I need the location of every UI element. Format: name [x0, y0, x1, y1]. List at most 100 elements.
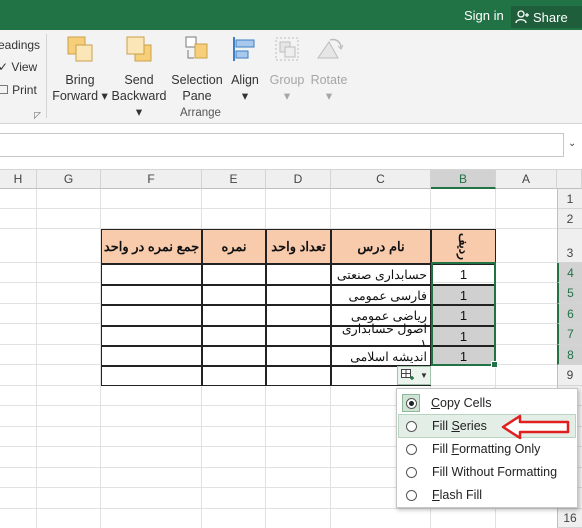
menu-item-copy-cells[interactable]: Copy Cells	[399, 392, 575, 414]
cell-e7[interactable]	[202, 326, 266, 346]
cell-b6[interactable]: 1	[431, 305, 496, 326]
cell-b8[interactable]: 1	[431, 346, 496, 366]
cell-e4[interactable]	[202, 264, 266, 285]
rotate-button[interactable]: Rotate ▾	[308, 34, 350, 104]
rotate-label: Rotate	[310, 73, 348, 87]
column-header-a[interactable]: A	[496, 170, 557, 189]
menu-item-label: Fill Series	[432, 419, 487, 433]
selection-pane-label1: Selection	[171, 73, 223, 87]
expand-formula-bar-icon[interactable]: ⌄	[568, 138, 580, 152]
formula-input[interactable]	[0, 133, 564, 157]
send-backward-button[interactable]: Send Backward ▾	[108, 34, 170, 120]
cell-f4[interactable]	[101, 264, 202, 285]
auto-fill-options-button[interactable]: ▼	[397, 366, 431, 385]
cell-c8[interactable]: اندیشه اسلامی	[331, 346, 431, 366]
menu-item-flash-fill[interactable]: Flash Fill	[399, 484, 575, 506]
cell-d8[interactable]	[266, 346, 331, 366]
align-label: Align	[231, 73, 259, 87]
cell-c7[interactable]: اصول حسابداری ۱	[331, 322, 431, 351]
column-header-e[interactable]: E	[202, 170, 266, 189]
menu-item-label: Fill Without Formatting	[432, 465, 558, 479]
cell-e5[interactable]	[202, 285, 266, 305]
menu-item-fill-formatting-only[interactable]: Fill Formatting Only	[399, 438, 575, 460]
cell-b5[interactable]: 1	[431, 285, 496, 305]
menu-item-label: Flash Fill	[432, 488, 483, 502]
cell-d7[interactable]	[266, 326, 331, 346]
select-all-corner[interactable]	[557, 170, 582, 189]
bring-forward-label2: Forward ▾	[52, 89, 108, 103]
menu-item-fill-without-formatting[interactable]: Fill Without Formatting	[399, 461, 575, 483]
cell-d9[interactable]	[266, 366, 331, 386]
radio-icon	[406, 489, 417, 501]
share-button[interactable]: Share	[511, 6, 582, 28]
checkbox-icon: ✓	[0, 60, 9, 74]
column-header-b[interactable]: B	[431, 170, 496, 189]
row-header-1[interactable]: 1	[557, 189, 582, 209]
cell-f7[interactable]	[101, 326, 202, 346]
cell-e8[interactable]	[202, 346, 266, 366]
cell-d6[interactable]	[266, 305, 331, 326]
dialog-launcher-icon[interactable]: ◸	[34, 110, 41, 121]
group-label: Group	[269, 73, 305, 87]
row-header-3[interactable]: 3	[557, 229, 582, 263]
cell-c4[interactable]: حسابداری صنعتی	[331, 264, 431, 285]
cell-f5[interactable]	[101, 285, 202, 305]
person-icon	[515, 10, 529, 24]
row-header-7[interactable]: 7	[557, 324, 582, 345]
headings-checkbox[interactable]: eadings	[0, 38, 40, 52]
radio-icon	[406, 420, 417, 432]
menu-item-label: Fill Formatting Only	[432, 442, 541, 456]
gridline	[0, 208, 557, 209]
row-header-4[interactable]: 4	[557, 263, 582, 283]
header-grade[interactable]: نمره	[202, 229, 266, 264]
rotate-dropdown: ▾	[325, 89, 333, 103]
header-units[interactable]: تعداد واحد	[266, 229, 331, 264]
bring-forward-button[interactable]: Bring Forward ▾	[52, 34, 108, 104]
cell-c5[interactable]: فارسی عمومی	[331, 285, 431, 305]
column-header-h[interactable]: H	[0, 170, 37, 189]
align-icon	[233, 37, 255, 61]
column-header-g[interactable]: G	[37, 170, 101, 189]
column-header-c[interactable]: C	[331, 170, 431, 189]
align-dropdown: ▾	[241, 89, 249, 103]
print-label: Print	[12, 83, 37, 97]
gridline	[0, 508, 557, 509]
fill-handle[interactable]	[491, 361, 498, 368]
row-header-2[interactable]: 2	[557, 209, 582, 229]
header-row-number[interactable]: ردیف	[431, 229, 496, 264]
row-header-9[interactable]: 9	[557, 365, 582, 386]
header-total-grade[interactable]: جمع نمره در واحد	[101, 229, 202, 264]
cell-d5[interactable]	[266, 285, 331, 305]
cell-b7[interactable]: 1	[431, 326, 496, 346]
group-icon	[275, 37, 299, 61]
formula-bar: ⌄	[0, 124, 582, 170]
cell-e9[interactable]	[202, 366, 266, 386]
selection-pane-button[interactable]: Selection Pane	[170, 34, 224, 104]
column-header-d[interactable]: D	[266, 170, 331, 189]
radio-selected-icon	[402, 394, 420, 412]
row-header-16[interactable]: 16	[557, 509, 582, 528]
header-course-name[interactable]: نام درس	[331, 229, 431, 264]
cell-f8[interactable]	[101, 346, 202, 366]
row-header-5[interactable]: 5	[557, 283, 582, 304]
sign-in-link[interactable]: Sign in	[464, 8, 504, 23]
column-header-f[interactable]: F	[101, 170, 202, 189]
cell-f9[interactable]	[101, 366, 202, 386]
send-backward-icon	[126, 36, 152, 62]
arrange-group-label: Arrange	[180, 107, 221, 119]
print-checkbox[interactable]: ☐ Print	[0, 83, 37, 97]
group-button[interactable]: Group ▾	[266, 34, 308, 104]
ribbon-separator	[46, 34, 47, 118]
row-header-8[interactable]: 8	[557, 345, 582, 365]
auto-fill-options-menu: Copy Cells Fill Series Fill Formatting O…	[396, 388, 578, 508]
align-button[interactable]: Align ▾	[226, 34, 264, 104]
row-header-6[interactable]: 6	[557, 304, 582, 324]
cell-d4[interactable]	[266, 264, 331, 285]
title-bar: Sign in Share	[0, 0, 582, 30]
cell-e6[interactable]	[202, 305, 266, 326]
cell-b4[interactable]: 1	[431, 264, 496, 285]
view-checkbox[interactable]: ✓ View	[0, 60, 37, 74]
cell-f6[interactable]	[101, 305, 202, 326]
selection-pane-label2: Pane	[182, 89, 212, 103]
radio-icon	[406, 466, 417, 478]
